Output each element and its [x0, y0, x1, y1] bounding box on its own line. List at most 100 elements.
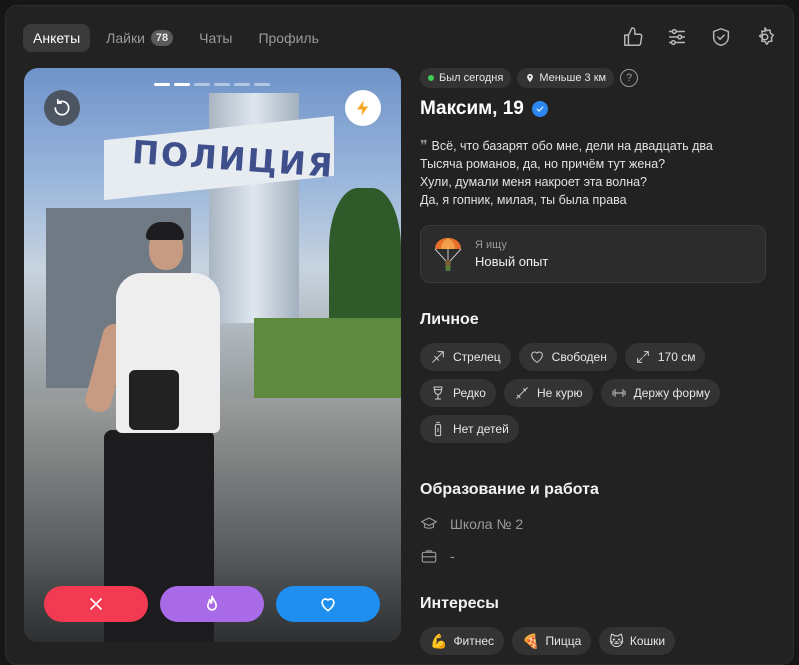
like-button[interactable] [276, 586, 380, 622]
tag-children-label: Нет детей [453, 422, 509, 436]
online-dot-icon [428, 75, 434, 81]
bio-line: Тысяча романов, да, но причём тут жена? [420, 157, 666, 171]
looking-for-value: Новый опыт [475, 254, 549, 269]
bio-line-text: Всё, что базарят обо мне, дели на двадца… [431, 139, 713, 153]
bio-line: Да, я гопник, милая, ты была права [420, 193, 627, 207]
quote-icon: ❞ [420, 137, 428, 153]
education-work-text: - [450, 548, 455, 564]
shield-check-icon[interactable] [709, 25, 733, 49]
muscle-icon: 💪 [430, 632, 448, 649]
photo-page-dot[interactable] [194, 83, 210, 86]
tab-chats-label: Чаты [199, 30, 233, 46]
profile-name-text: Максим, 19 [420, 98, 524, 119]
tag-interest-pizza: 🍕 Пицца [512, 627, 592, 655]
gear-icon[interactable] [753, 25, 777, 49]
undo-button[interactable] [44, 90, 80, 126]
distance-chip: Меньше 3 км [517, 68, 615, 88]
tab-profiles[interactable]: Анкеты [23, 24, 91, 52]
heart-outline-icon [530, 351, 543, 363]
app-window: Анкеты Лайки 78 Чаты Профиль ПОЛИЦИЯ Был… [5, 5, 794, 665]
filters-icon[interactable] [665, 25, 689, 49]
education-school-text: Школа № 2 [450, 516, 524, 532]
status-chips: Был сегодня Меньше 3 км ? [420, 68, 770, 88]
graduation-cap-icon [420, 517, 438, 529]
verified-badge-icon [531, 101, 548, 117]
tag-interest-pizza-label: Пицца [545, 634, 582, 648]
photo-page-dot[interactable] [234, 83, 250, 86]
bio-line: ❞ Всё, что базарят обо мне, дели на двадц… [420, 136, 770, 155]
sagittarius-icon [432, 351, 444, 363]
bio-line: Хули, думали меня накроет эта волна? [420, 175, 648, 189]
thumbs-up-icon[interactable] [621, 25, 645, 49]
tag-interest-cats-label: Кошки [629, 634, 666, 648]
expand-arrows-icon [637, 351, 649, 363]
swipe-actions [44, 586, 380, 622]
looking-for-label: Я ищу [475, 239, 507, 251]
cat-icon: 🐱 [609, 632, 624, 649]
photo-page-dot[interactable] [154, 83, 170, 86]
parachute-icon [434, 238, 462, 271]
dumbbell-icon [612, 389, 626, 397]
online-status-text: Был сегодня [439, 72, 504, 84]
photo-page-dot[interactable] [174, 83, 190, 86]
profile-info: Был сегодня Меньше 3 км ? Максим, 19 ❞ Вс… [420, 68, 770, 663]
tag-fitness: Держу форму [600, 379, 721, 407]
photo-person-bag [129, 370, 179, 430]
tab-profiles-label: Анкеты [33, 30, 81, 46]
profile-photo[interactable]: ПОЛИЦИЯ [24, 68, 401, 642]
tag-children: Нет детей [420, 415, 519, 443]
baby-bottle-icon [434, 421, 442, 437]
photo-bg-grass [254, 318, 401, 398]
superlike-button[interactable] [160, 586, 264, 622]
photo-person-cap [146, 222, 184, 240]
top-nav: Анкеты Лайки 78 Чаты Профиль [23, 23, 335, 53]
photo-page-dot[interactable] [254, 83, 270, 86]
tag-relationship: Свободен [518, 343, 617, 371]
close-icon [90, 598, 102, 610]
tag-smoking: Не курю [503, 379, 593, 407]
tag-smoking-label: Не курю [536, 386, 583, 400]
profile-bio: ❞ Всё, что базарят обо мне, дели на двадц… [420, 136, 770, 209]
interests-tags: 💪 Фитнес 🍕 Пицца 🐱 Кошки [420, 627, 770, 663]
tag-fitness-label: Держу форму [633, 386, 711, 400]
photo-page-indicator [154, 83, 274, 86]
tag-interest-fitness: 💪 Фитнес [420, 627, 505, 655]
tag-drinking-label: Редко [453, 386, 486, 400]
tag-drinking: Редко [420, 379, 496, 407]
tag-zodiac-label: Стрелец [453, 350, 501, 364]
online-status-chip: Был сегодня [420, 68, 512, 88]
tag-interest-fitness-label: Фитнес [453, 634, 495, 648]
dislike-button[interactable] [44, 586, 148, 622]
undo-icon [54, 98, 70, 116]
help-icon[interactable]: ? [620, 69, 639, 87]
interests-section-title: Интересы [420, 595, 499, 612]
flame-icon [207, 595, 217, 611]
tag-relationship-label: Свободен [551, 350, 607, 364]
tab-chats[interactable]: Чаты [189, 24, 242, 52]
tab-profile[interactable]: Профиль [248, 24, 328, 52]
tab-likes-label: Лайки [106, 30, 145, 46]
wine-glass-icon [433, 386, 443, 400]
tab-profile-label: Профиль [258, 30, 319, 46]
education-work-row: - [420, 547, 770, 565]
heart-icon [321, 598, 335, 612]
looking-for-text: Я ищу Новый опыт [475, 239, 548, 269]
pizza-icon: 🍕 [522, 632, 540, 649]
nav-actions [601, 25, 777, 49]
tag-interest-cats: 🐱 Кошки [599, 627, 676, 655]
lightning-icon [357, 100, 369, 116]
tab-likes[interactable]: Лайки 78 [96, 24, 183, 52]
looking-for-card: Я ищу Новый опыт [420, 225, 766, 283]
photo-page-dot[interactable] [214, 83, 230, 86]
education-section-title: Образование и работа [420, 481, 599, 498]
boost-button[interactable] [345, 90, 381, 126]
briefcase-icon [421, 550, 437, 563]
tag-height: 170 см [624, 343, 706, 371]
distance-text: Меньше 3 км [539, 72, 607, 84]
personal-section-title: Личное [420, 311, 479, 328]
likes-count-badge: 78 [150, 30, 174, 46]
personal-tags: Стрелец Свободен 170 см Редко Не курю Де… [420, 343, 770, 451]
location-pin-icon [527, 73, 534, 83]
tag-zodiac: Стрелец [420, 343, 511, 371]
tag-height-label: 170 см [657, 350, 696, 364]
